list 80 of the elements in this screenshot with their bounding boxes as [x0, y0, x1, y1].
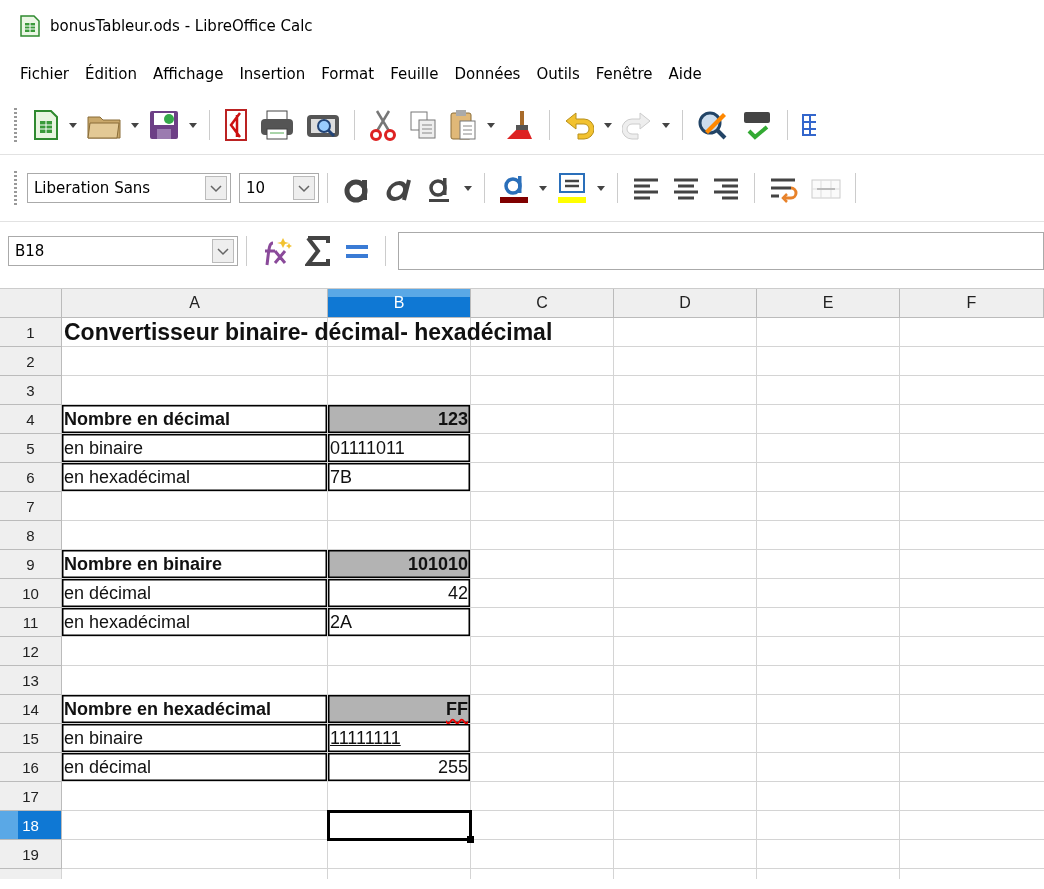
caret-icon[interactable] — [539, 185, 547, 191]
caret-icon[interactable] — [131, 122, 139, 128]
caret-icon[interactable] — [662, 122, 670, 128]
menu-item[interactable]: Insertion — [231, 61, 314, 87]
spreadsheet-cell[interactable]: en hexadécimal — [62, 463, 328, 492]
column-header[interactable]: F — [900, 289, 1044, 318]
spreadsheet-cell[interactable]: en hexadécimal — [62, 608, 328, 637]
selected-cell[interactable] — [328, 811, 471, 840]
caret-icon[interactable] — [464, 185, 472, 191]
row-header[interactable]: 19 — [0, 840, 62, 869]
spreadsheet-cell[interactable]: en décimal — [62, 753, 328, 782]
spreadsheet-cell[interactable]: en binaire — [62, 724, 328, 753]
font-size-field[interactable]: 10 — [239, 173, 319, 203]
row-header[interactable]: 10 — [0, 579, 62, 608]
menu-item[interactable]: Affichage — [144, 61, 232, 87]
row-header[interactable]: 14 — [0, 695, 62, 724]
spellcheck-icon[interactable] — [741, 109, 773, 141]
magnifier-pencil-icon[interactable] — [697, 109, 729, 141]
row-header[interactable]: 15 — [0, 724, 62, 753]
spreadsheet-cell[interactable]: 42 — [328, 579, 471, 608]
column-header[interactable]: C — [471, 289, 614, 318]
name-box[interactable]: B18 — [8, 236, 238, 266]
column-header[interactable]: B — [328, 289, 471, 318]
caret-icon[interactable] — [604, 122, 612, 128]
paintbrush-icon[interactable] — [505, 109, 535, 141]
column-header[interactable]: A — [62, 289, 328, 318]
spreadsheet-cell[interactable]: 101010 — [328, 550, 471, 579]
menu-item[interactable]: Outils — [528, 61, 588, 87]
column-header[interactable]: E — [757, 289, 900, 318]
spreadsheet-icon — [20, 15, 40, 37]
clipboard-icon[interactable] — [449, 109, 477, 141]
row-header[interactable]: 5 — [0, 434, 62, 463]
spreadsheet-cell[interactable]: 11111111 — [328, 724, 471, 753]
row-header[interactable]: 16 — [0, 753, 62, 782]
row-header[interactable]: 7 — [0, 492, 62, 521]
menu-item[interactable]: Feuille — [382, 61, 447, 87]
font-name-field[interactable]: Liberation Sans — [27, 173, 231, 203]
spreadsheet-cell[interactable]: Convertisseur binaire- décimal- hexadécimal — [62, 318, 614, 347]
scissors-icon[interactable] — [369, 109, 397, 141]
row-header[interactable]: 4 — [0, 405, 62, 434]
window-title: bonusTableur.ods - LibreOffice Calc — [50, 17, 313, 35]
row-header[interactable]: 8 — [0, 521, 62, 550]
pdf-icon[interactable] — [224, 109, 248, 141]
highlight-color-icon[interactable] — [557, 172, 587, 204]
caret-icon[interactable] — [69, 122, 77, 128]
caret-icon[interactable] — [487, 122, 495, 128]
row-header[interactable]: 17 — [0, 782, 62, 811]
menu-item[interactable]: Aide — [660, 61, 710, 87]
spreadsheet-cell[interactable]: Nombre en décimal — [62, 405, 328, 434]
spreadsheet-cell[interactable]: 7B — [328, 463, 471, 492]
spreadsheet-cell[interactable]: Nombre en hexadécimal — [62, 695, 328, 724]
menu-item[interactable]: Fenêtre — [587, 61, 661, 87]
menu-item[interactable]: Édition — [77, 61, 145, 87]
row-header[interactable]: 13 — [0, 666, 62, 695]
spreadsheet-cell[interactable]: 01111011 — [328, 434, 471, 463]
menu-item[interactable]: Format — [313, 61, 383, 87]
spreadsheet-cell[interactable]: en décimal — [62, 579, 328, 608]
menu-item[interactable]: Fichier — [12, 61, 78, 87]
row-header[interactable]: 1 — [0, 318, 62, 347]
spreadsheet-cell[interactable]: 255 — [328, 753, 471, 782]
row-header[interactable]: 11 — [0, 608, 62, 637]
new-spreadsheet-icon[interactable] — [33, 109, 59, 141]
printer-icon[interactable] — [260, 109, 294, 141]
spreadsheet-cell[interactable]: 123 — [328, 405, 471, 434]
caret-icon[interactable] — [597, 185, 605, 191]
spreadsheet-cell[interactable]: 2A — [328, 608, 471, 637]
spreadsheet-cell[interactable]: en binaire — [62, 434, 328, 463]
spreadsheet-cell[interactable]: FF — [328, 695, 471, 724]
column-header[interactable]: D — [614, 289, 757, 318]
menu-item[interactable]: Données — [446, 61, 529, 87]
row-header[interactable]: 2 — [0, 347, 62, 376]
row-header[interactable]: 12 — [0, 637, 62, 666]
sum-icon[interactable] — [305, 235, 331, 267]
row-header[interactable]: 6 — [0, 463, 62, 492]
formula-input-field[interactable] — [398, 232, 1044, 270]
row-header[interactable]: 3 — [0, 376, 62, 405]
row-header[interactable]: 9 — [0, 550, 62, 579]
caret-icon[interactable] — [189, 122, 197, 128]
row-header[interactable]: 18 — [0, 811, 62, 840]
spreadsheet-cell[interactable]: Nombre en binaire — [62, 550, 328, 579]
